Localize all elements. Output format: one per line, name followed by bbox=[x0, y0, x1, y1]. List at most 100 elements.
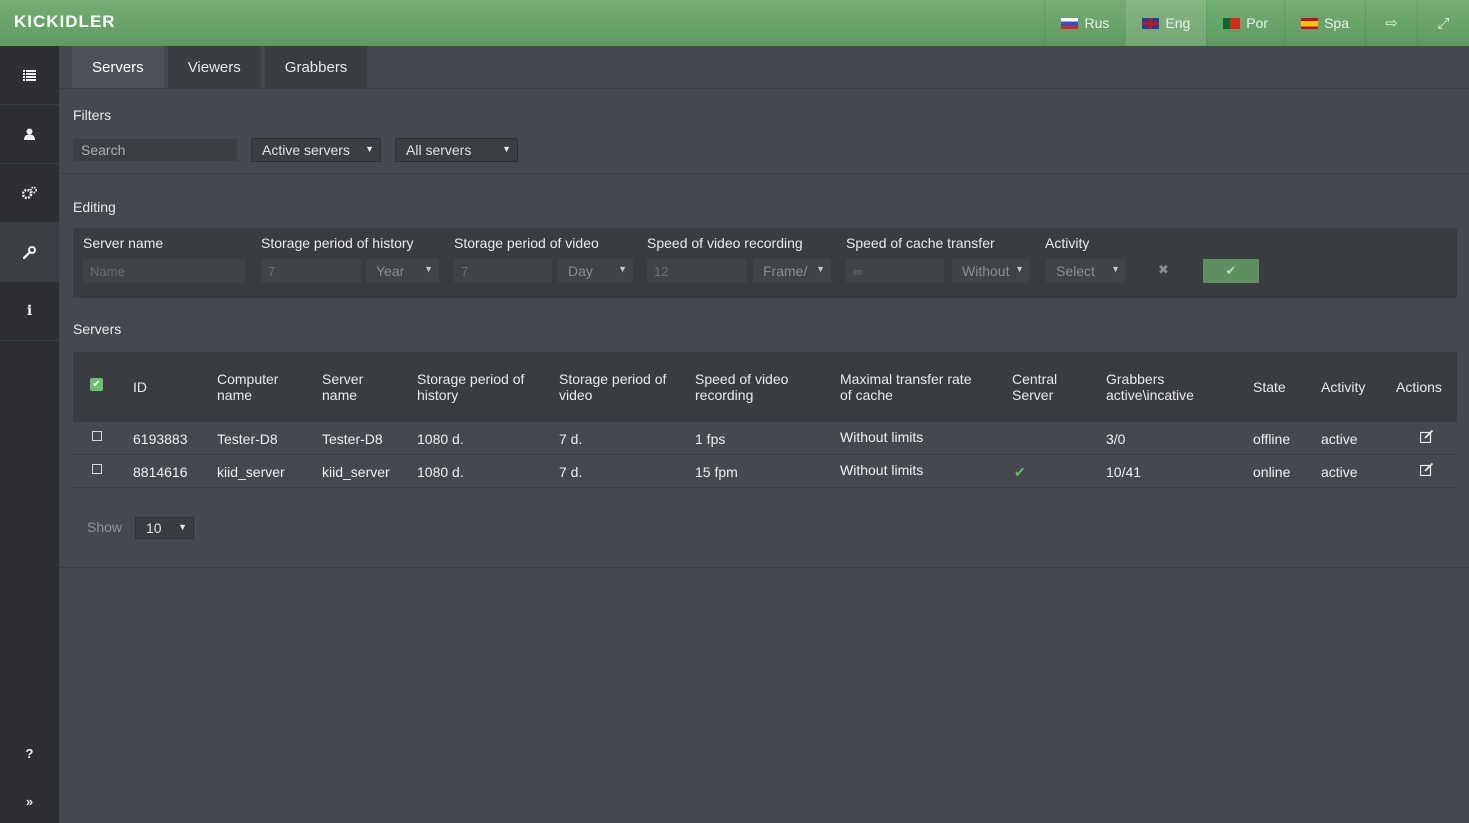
ru-flag-icon bbox=[1061, 17, 1079, 29]
server-name-input[interactable]: Name bbox=[83, 259, 245, 283]
cell-video: 7 d. bbox=[559, 431, 583, 447]
tab-grabbers[interactable]: Grabbers bbox=[264, 46, 368, 88]
col-header-line: name bbox=[217, 387, 253, 403]
cell-video: 7 d. bbox=[559, 464, 583, 480]
divider bbox=[59, 88, 1469, 89]
sidebar-item-info[interactable]: i bbox=[0, 282, 59, 341]
cache-unit-select[interactable]: Without ▼ bbox=[952, 259, 1030, 283]
sidebar-item-list[interactable] bbox=[0, 46, 59, 105]
lang-spa[interactable]: Spa bbox=[1284, 0, 1365, 46]
show-label: Show bbox=[87, 519, 123, 535]
table-row[interactable]: 6193883 Tester-D8 Tester-D8 1080 d. 7 d.… bbox=[73, 422, 1457, 455]
activity-label: Activity bbox=[1045, 235, 1090, 251]
apply-button[interactable]: ✔ bbox=[1203, 259, 1259, 283]
col-activity[interactable]: Activity bbox=[1321, 379, 1365, 395]
cell-id: 6193883 bbox=[133, 431, 188, 447]
col-header-line: history bbox=[417, 387, 459, 403]
cell-state: offline bbox=[1253, 431, 1291, 447]
col-header-line: Server bbox=[1012, 387, 1054, 403]
cell-grabbers: 3/0 bbox=[1106, 431, 1126, 447]
lang-label: Por bbox=[1246, 15, 1269, 31]
sidebar-item-user[interactable] bbox=[0, 105, 59, 164]
chevron-down-icon: ▼ bbox=[618, 264, 627, 274]
col-state[interactable]: State bbox=[1253, 379, 1286, 395]
cell-id: 8814616 bbox=[133, 464, 188, 480]
history-unit-value: Year bbox=[376, 263, 405, 279]
video-value-input[interactable]: 7 bbox=[454, 259, 552, 283]
servers-title: Servers bbox=[73, 321, 122, 337]
type-select[interactable]: All servers ▼ bbox=[395, 138, 518, 162]
type-select-value: All servers bbox=[406, 142, 472, 158]
chevron-down-icon: ▼ bbox=[424, 264, 433, 274]
cell-history: 1080 d. bbox=[417, 431, 464, 447]
cell-recording: 1 fps bbox=[695, 431, 726, 447]
recording-value-input[interactable]: 12 bbox=[647, 259, 747, 283]
top-bar: KICKIDLER Rus Eng Por Spa ⇨ ⤢ bbox=[0, 0, 1469, 46]
col-computer-name[interactable]: Computer name bbox=[217, 371, 278, 403]
edit-icon[interactable] bbox=[1419, 429, 1434, 446]
history-value-input[interactable]: 7 bbox=[261, 259, 361, 283]
col-header-line: Grabbers bbox=[1106, 371, 1165, 387]
help-button[interactable]: ? bbox=[0, 746, 59, 761]
recording-unit-select[interactable]: Frame/ ▼ bbox=[753, 259, 831, 283]
gears-icon bbox=[22, 186, 37, 200]
cell-activity: active bbox=[1321, 464, 1358, 480]
lang-label: Spa bbox=[1324, 15, 1349, 31]
recording-unit-value: Frame/ bbox=[763, 263, 808, 279]
tab-viewers[interactable]: Viewers bbox=[167, 46, 261, 88]
search-input[interactable]: Search bbox=[73, 139, 237, 161]
col-cache[interactable]: Maximal transfer rate of cache bbox=[840, 371, 971, 403]
cancel-button[interactable]: ✖ bbox=[1158, 262, 1169, 278]
cell-server-name: Tester-D8 bbox=[322, 431, 383, 447]
row-checkbox[interactable] bbox=[92, 464, 102, 474]
sidebar-item-settings[interactable] bbox=[0, 164, 59, 223]
tab-servers[interactable]: Servers bbox=[72, 46, 164, 88]
table-row[interactable]: 8814616 kiid_server kiid_server 1080 d. … bbox=[73, 455, 1457, 488]
divider bbox=[59, 567, 1469, 568]
help-icon: ? bbox=[25, 746, 34, 761]
edit-icon[interactable] bbox=[1419, 462, 1434, 479]
col-header-line: name bbox=[322, 387, 358, 403]
col-recording[interactable]: Speed of video recording bbox=[695, 371, 788, 403]
cell-computer-name: Tester-D8 bbox=[217, 431, 278, 447]
pt-flag-icon bbox=[1223, 17, 1241, 29]
sidebar-item-tools[interactable] bbox=[0, 223, 59, 282]
cell-recording: 15 fpm bbox=[695, 464, 738, 480]
lang-eng[interactable]: Eng bbox=[1125, 0, 1207, 46]
editing-title: Editing bbox=[73, 199, 116, 215]
expand-sidebar-button[interactable]: » bbox=[0, 794, 59, 809]
app-logo[interactable]: KICKIDLER bbox=[14, 12, 116, 32]
cache-value-input[interactable]: ∞ bbox=[846, 259, 944, 283]
chevron-down-icon: ▼ bbox=[816, 264, 825, 274]
cell-server-name: kiid_server bbox=[322, 464, 390, 480]
cell-activity: active bbox=[1321, 431, 1358, 447]
col-grabbers[interactable]: Grabbers active\incative bbox=[1106, 371, 1194, 403]
chevron-down-icon: ▼ bbox=[1015, 264, 1024, 274]
video-unit-select[interactable]: Day ▼ bbox=[558, 259, 633, 283]
col-central-server[interactable]: Central Server bbox=[1012, 371, 1057, 403]
col-header-line: of cache bbox=[840, 387, 893, 403]
col-video[interactable]: Storage period of video bbox=[559, 371, 666, 403]
col-header-line: recording bbox=[695, 387, 754, 403]
lang-rus[interactable]: Rus bbox=[1044, 0, 1125, 46]
row-checkbox[interactable] bbox=[92, 431, 102, 441]
chevron-down-icon: ▼ bbox=[502, 144, 511, 154]
fullscreen-button[interactable]: ⤢ bbox=[1417, 0, 1469, 46]
col-server-name[interactable]: Server name bbox=[322, 371, 363, 403]
logout-button[interactable]: ⇨ bbox=[1365, 0, 1417, 46]
language-switcher: Rus Eng Por Spa ⇨ ⤢ bbox=[1044, 0, 1469, 46]
col-actions: Actions bbox=[1396, 379, 1442, 395]
col-history[interactable]: Storage period of history bbox=[417, 371, 524, 403]
history-unit-select[interactable]: Year ▼ bbox=[366, 259, 439, 283]
status-select[interactable]: Active servers ▼ bbox=[251, 138, 381, 162]
col-header-line: Maximal transfer rate bbox=[840, 371, 972, 387]
page-size-select[interactable]: 10 ▼ bbox=[135, 517, 194, 539]
select-all-checkbox[interactable]: ✔ bbox=[90, 378, 103, 391]
page-size-value: 10 bbox=[146, 520, 162, 536]
lang-por[interactable]: Por bbox=[1206, 0, 1284, 46]
activity-select[interactable]: Select ▼ bbox=[1046, 259, 1126, 283]
col-header-line: Storage period of bbox=[417, 371, 525, 387]
fullscreen-icon: ⤢ bbox=[1437, 14, 1450, 32]
info-icon: i bbox=[26, 303, 33, 319]
col-id[interactable]: ID bbox=[133, 379, 147, 395]
